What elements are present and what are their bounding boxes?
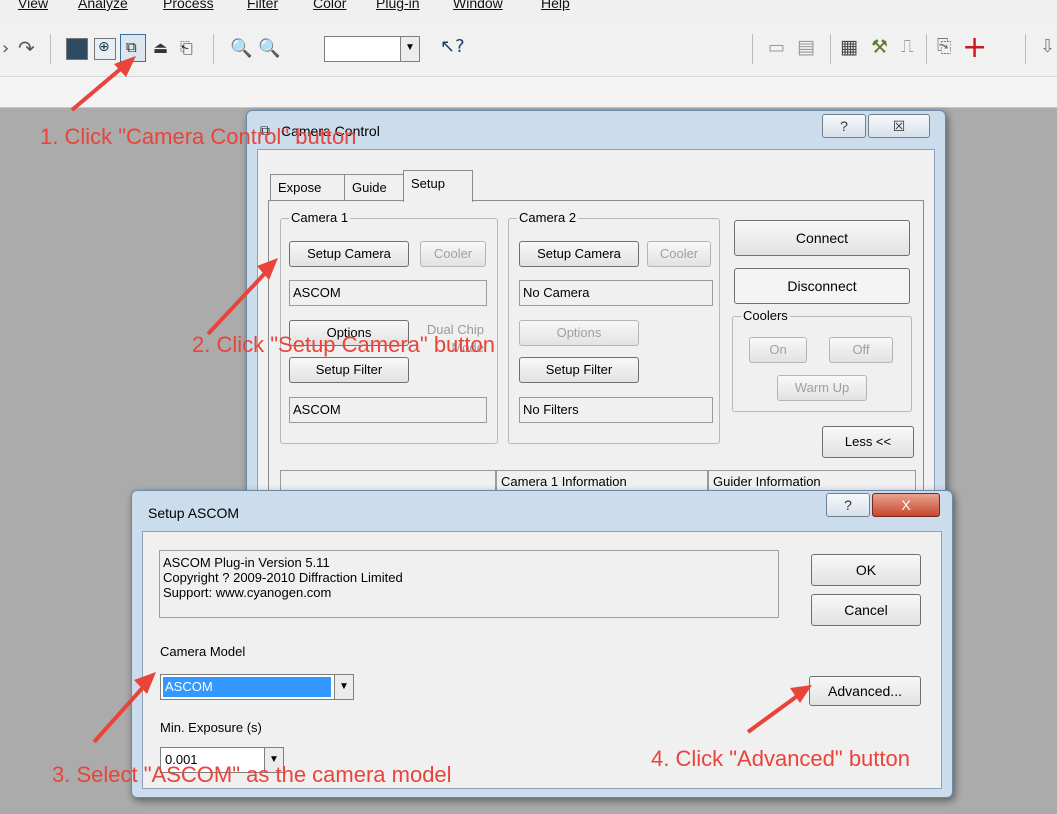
annotation-step3: 3. Select "ASCOM" as the camera model — [52, 762, 452, 787]
annotation-step1: 1. Click "Camera Control" button — [40, 124, 357, 149]
arrowhead-icon — [134, 672, 156, 694]
tab-setup[interactable]: Setup — [403, 170, 473, 202]
annotation-step2: 2. Click "Setup Camera" button — [192, 332, 495, 357]
annotation-arrows — [70, 56, 812, 744]
annotation-arrow-step4 — [746, 692, 802, 734]
annotation-step4: 4. Click "Advanced" button — [651, 746, 910, 771]
annotation-arrow-step3 — [92, 682, 148, 744]
annotation-arrow-step2 — [206, 268, 270, 336]
tab-setup-label: Setup — [411, 176, 445, 191]
annotation-arrow-step1 — [70, 64, 126, 112]
